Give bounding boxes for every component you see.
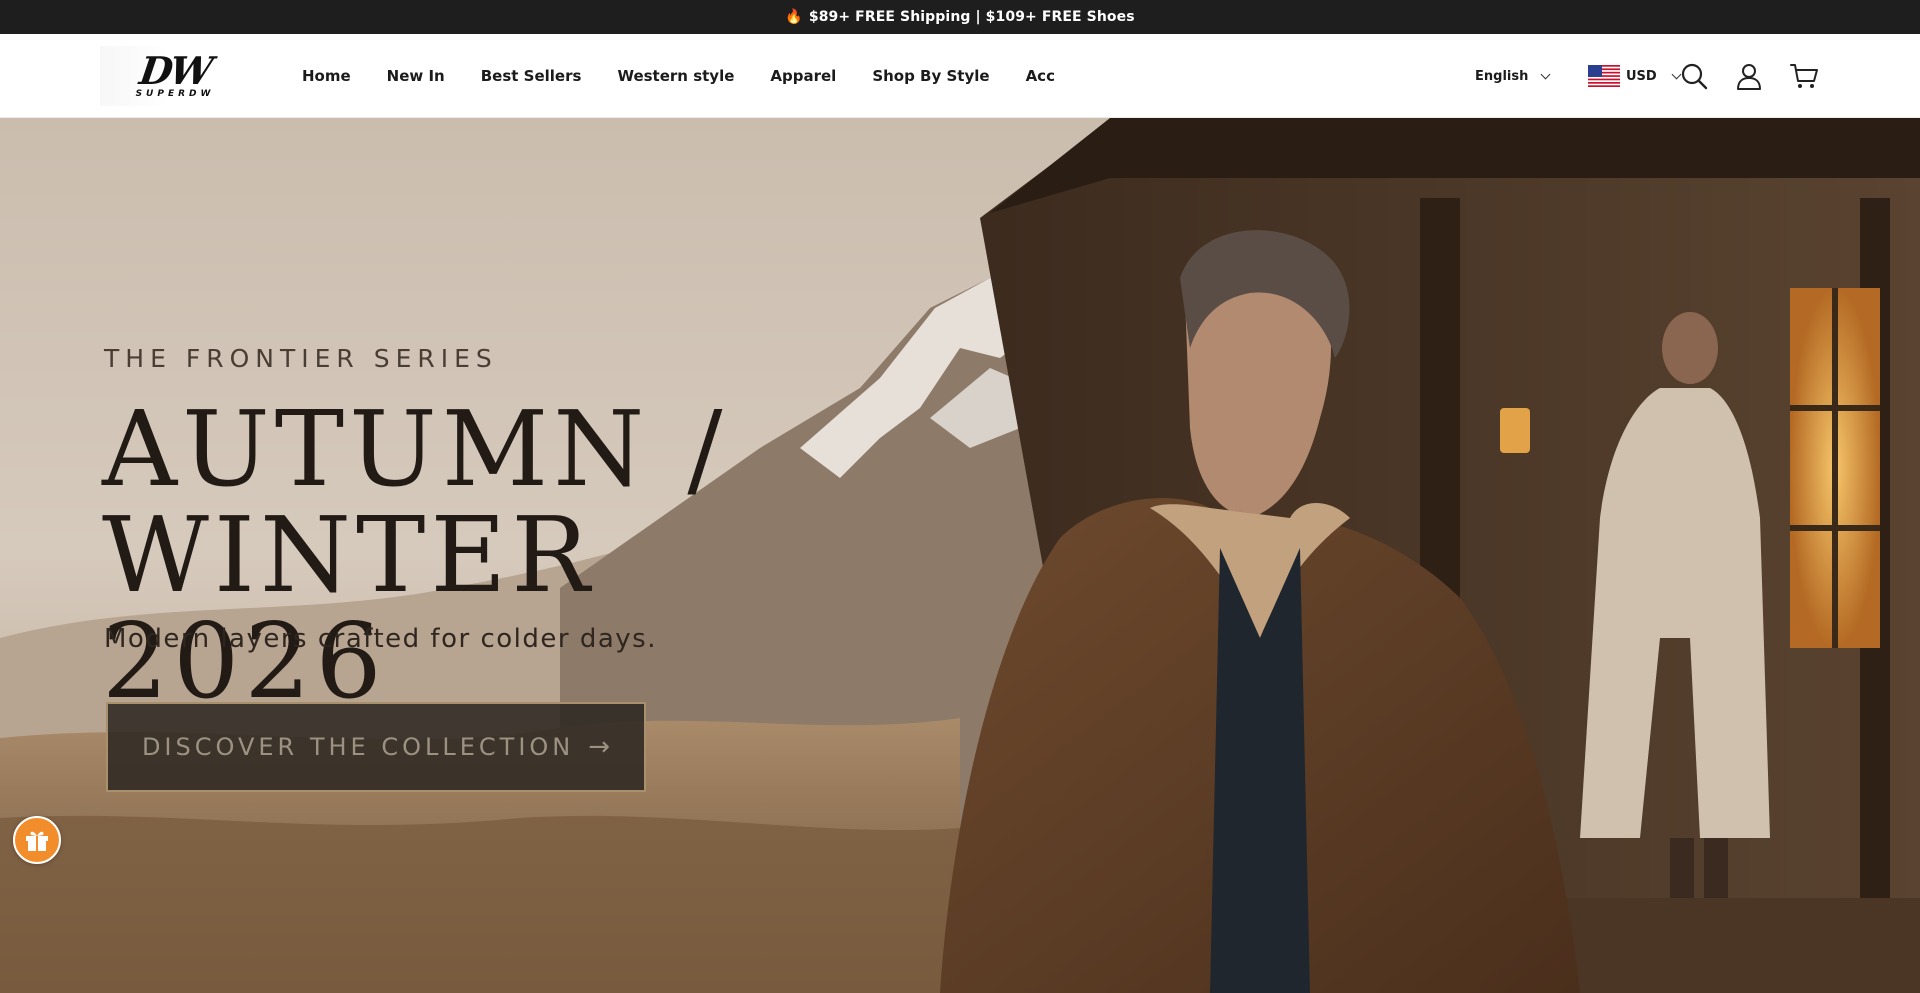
fire-icon: 🔥 — [785, 9, 803, 25]
arrow-right-icon: → — [588, 732, 611, 762]
language-label: English — [1475, 68, 1529, 84]
main-nav: Home New In Best Sellers Western style A… — [302, 34, 1091, 118]
chevron-down-icon — [1540, 69, 1551, 79]
brand-logo[interactable]: DW SUPERDW — [100, 46, 250, 106]
hero-headline-line-1: AUTUMN / — [102, 388, 728, 510]
nav-home[interactable]: Home — [302, 67, 351, 85]
nav-accessories[interactable]: Acc — [1026, 67, 1055, 85]
hero-headline-line-2: WINTER 2026 — [102, 494, 595, 722]
currency-selector[interactable]: USD — [1588, 34, 1682, 118]
currency-label: USD — [1626, 68, 1657, 84]
hero-headline: AUTUMN / WINTER 2026 — [102, 396, 862, 714]
search-icon[interactable] — [1678, 60, 1710, 92]
announcement-bar: 🔥 $89+ FREE Shipping | $109+ FREE Shoes — [0, 0, 1920, 34]
hero-eyebrow: THE FRONTIER SERIES — [104, 344, 498, 373]
nav-apparel[interactable]: Apparel — [770, 67, 836, 85]
site-header: DW SUPERDW Home New In Best Sellers West… — [0, 34, 1920, 118]
nav-best-sellers[interactable]: Best Sellers — [481, 67, 582, 85]
account-icon[interactable] — [1733, 60, 1765, 92]
hero-banner[interactable]: THE FRONTIER SERIES AUTUMN / WINTER 2026… — [0, 118, 1920, 993]
hero-subline: Modern layers crafted for colder days. — [104, 624, 657, 654]
logo-mark: DW — [137, 47, 214, 93]
language-selector[interactable]: English — [1475, 34, 1551, 118]
us-flag-icon — [1588, 65, 1620, 87]
cta-label: DISCOVER THE COLLECTION — [141, 733, 575, 761]
nav-shop-by-style[interactable]: Shop By Style — [872, 67, 989, 85]
cart-icon[interactable] — [1788, 60, 1820, 92]
announcement-text: $89+ FREE Shipping | $109+ FREE Shoes — [808, 9, 1135, 25]
discover-collection-button[interactable]: DISCOVER THE COLLECTION → — [106, 702, 646, 792]
nav-new-in[interactable]: New In — [387, 67, 445, 85]
nav-western-style[interactable]: Western style — [617, 67, 734, 85]
gift-icon[interactable] — [13, 816, 61, 864]
